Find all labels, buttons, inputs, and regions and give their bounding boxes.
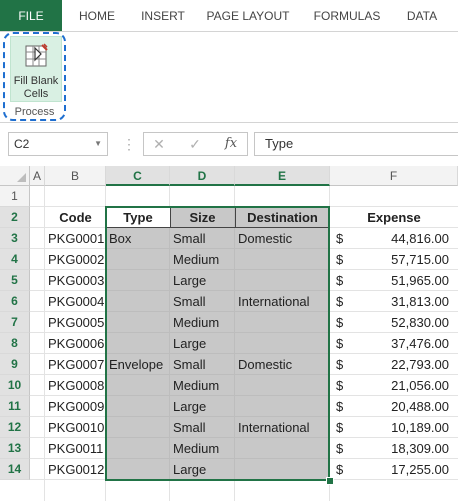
row-header-8[interactable]: 8 [0,333,30,354]
cell-code[interactable]: PKG0004 [45,291,107,312]
formula-buttons: ✕ ✓ fx [143,132,248,156]
cell-code[interactable]: PKG0008 [45,375,107,396]
cell-code[interactable]: PKG0007 [45,354,107,375]
insert-function-icon[interactable]: fx [218,133,244,155]
cell-code[interactable]: PKG0005 [45,312,107,333]
tab-data[interactable]: DATA [398,0,446,31]
row-header-7[interactable]: 7 [0,312,30,333]
tab-file[interactable]: FILE [0,0,62,31]
cell-expense[interactable]: 52,830.00 [350,312,452,333]
chevron-down-icon[interactable]: ▼ [94,133,102,155]
name-box-value: C2 [14,137,30,151]
enter-icon[interactable]: ✓ [182,133,208,155]
group-label: Process [14,106,55,118]
ribbon-tab-bar: FILE HOME INSERT PAGE LAYOUT FORMULAS DA… [0,0,458,31]
select-all-corner[interactable] [0,166,30,186]
row-header-2[interactable]: 2 [0,207,30,228]
row-header-1[interactable]: 1 [0,186,30,207]
cell-code[interactable]: PKG0001 [45,228,107,249]
column-header-b[interactable]: B [45,166,106,186]
cell-expense[interactable]: 10,189.00 [350,417,452,438]
row-header-11[interactable]: 11 [0,396,30,417]
button-label-line1: Fill Blank [13,75,59,87]
column-header-f[interactable]: F [330,166,458,186]
cell-expense[interactable]: 57,715.00 [350,249,452,270]
column-header-e[interactable]: E [235,166,330,186]
row-header-9[interactable]: 9 [0,354,30,375]
fill-blank-cells-label: Fill Blank Cells [11,75,61,101]
header-cell-code[interactable]: Code [45,207,106,228]
cell-expense[interactable]: 22,793.00 [350,354,452,375]
column-header-c[interactable]: C [106,166,170,186]
cell-expense[interactable]: 31,813.00 [350,291,452,312]
cell-expense[interactable]: 20,488.00 [350,396,452,417]
process-group: Fill Blank Cells Process [3,32,66,121]
tab-insert[interactable]: INSERT [132,0,194,31]
row-header-5[interactable]: 5 [0,270,30,291]
tab-home[interactable]: HOME [66,0,128,31]
cell-expense[interactable]: 17,255.00 [350,459,452,480]
row-header-6[interactable]: 6 [0,291,30,312]
row-header-14[interactable]: 14 [0,459,30,480]
cell-code[interactable]: PKG0009 [45,396,107,417]
worksheet-grid[interactable]: A B C D E F 1 2 3 4 5 6 7 8 9 10 11 12 13 14 Code Type Size Des… [0,166,458,501]
header-cell-expense[interactable]: Expense [330,207,458,228]
formula-input[interactable]: Type [254,132,458,156]
row-header-4[interactable]: 4 [0,249,30,270]
name-box[interactable]: C2 ▼ [8,132,108,156]
cell-expense[interactable]: 21,056.00 [350,375,452,396]
cell-code[interactable]: PKG0012 [45,459,107,480]
cell-code[interactable]: PKG0003 [45,270,107,291]
formula-bar: C2 ▼ ⋮ ✕ ✓ fx Type [0,130,458,160]
cell-code[interactable]: PKG0006 [45,333,107,354]
cell-expense[interactable]: 18,309.00 [350,438,452,459]
fill-handle[interactable] [326,477,334,485]
fill-blank-cells-icon [25,43,48,67]
cancel-icon[interactable]: ✕ [146,133,172,155]
cell-expense[interactable]: 44,816.00 [350,228,452,249]
ribbon-panel: Fill Blank Cells Process [0,31,458,123]
cell-expense[interactable]: 37,476.00 [350,333,452,354]
row-header-10[interactable]: 10 [0,375,30,396]
row-header-12[interactable]: 12 [0,417,30,438]
column-header-d[interactable]: D [170,166,235,186]
cell-code[interactable]: PKG0002 [45,249,107,270]
column-header-a[interactable]: A [30,166,45,186]
tab-page-layout[interactable]: PAGE LAYOUT [200,0,296,31]
row-header-3[interactable]: 3 [0,228,30,249]
button-label-line2: Cells [23,88,49,100]
drag-handle-icon[interactable]: ⋮ [122,136,136,153]
cell-code[interactable]: PKG0010 [45,417,107,438]
row-header-13[interactable]: 13 [0,438,30,459]
fill-blank-cells-button[interactable]: Fill Blank Cells [10,36,62,102]
tab-formulas[interactable]: FORMULAS [304,0,390,31]
cell-code[interactable]: PKG0011 [45,438,107,459]
selection-border [105,206,330,481]
cell-expense[interactable]: 51,965.00 [350,270,452,291]
